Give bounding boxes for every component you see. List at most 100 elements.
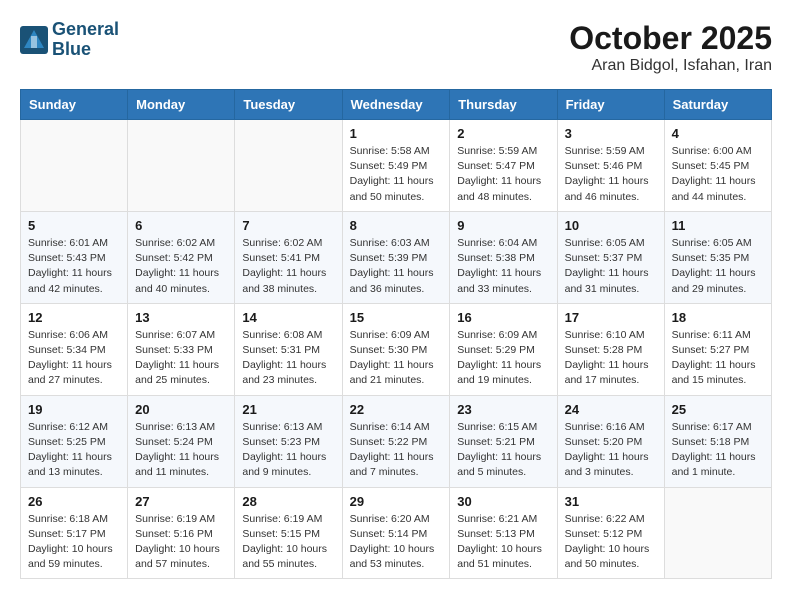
day-info: Sunrise: 6:01 AM Sunset: 5:43 PM Dayligh… bbox=[28, 236, 120, 297]
calendar-cell: 7 Sunrise: 6:02 AM Sunset: 5:41 PM Daylig… bbox=[235, 211, 342, 303]
calendar-cell: 18Sunrise: 6:11 AM Sunset: 5:27 PM Dayli… bbox=[664, 303, 771, 395]
logo-line1: General bbox=[52, 20, 119, 40]
day-info: Sunrise: 6:00 AM Sunset: 5:45 PM Dayligh… bbox=[672, 144, 764, 205]
day-info: Sunrise: 5:58 AM Sunset: 5:49 PM Dayligh… bbox=[350, 144, 443, 205]
day-number: 17 bbox=[565, 310, 657, 325]
calendar-cell: 31Sunrise: 6:22 AM Sunset: 5:12 PM Dayli… bbox=[557, 487, 664, 579]
day-info: Sunrise: 6:12 AM Sunset: 5:25 PM Dayligh… bbox=[28, 420, 120, 481]
calendar-cell: 8 Sunrise: 6:03 AM Sunset: 5:39 PM Daylig… bbox=[342, 211, 450, 303]
location-title: Aran Bidgol, Isfahan, Iran bbox=[569, 57, 772, 75]
calendar-cell: 30 Sunrise: 6:21 AM Sunset: 5:13 PM Dayli… bbox=[450, 487, 557, 579]
calendar-cell: 6 Sunrise: 6:02 AM Sunset: 5:42 PM Daylig… bbox=[128, 211, 235, 303]
day-number: 24 bbox=[565, 402, 657, 417]
day-info: Sunrise: 6:03 AM Sunset: 5:39 PM Dayligh… bbox=[350, 236, 443, 297]
calendar-cell: 16Sunrise: 6:09 AM Sunset: 5:29 PM Dayli… bbox=[450, 303, 557, 395]
calendar-cell: 22 Sunrise: 6:14 AM Sunset: 5:22 PM Dayli… bbox=[342, 395, 450, 487]
day-info: Sunrise: 6:16 AM Sunset: 5:20 PM Dayligh… bbox=[565, 420, 657, 481]
calendar-cell: 14Sunrise: 6:08 AM Sunset: 5:31 PM Dayli… bbox=[235, 303, 342, 395]
calendar-cell: 19 Sunrise: 6:12 AM Sunset: 5:25 PM Dayli… bbox=[21, 395, 128, 487]
calendar-week-row: 5 Sunrise: 6:01 AM Sunset: 5:43 PM Daylig… bbox=[21, 211, 772, 303]
day-number: 25 bbox=[672, 402, 764, 417]
logo-text: General Blue bbox=[52, 20, 119, 60]
weekday-header-tuesday: Tuesday bbox=[235, 90, 342, 120]
weekday-header-row: SundayMondayTuesdayWednesdayThursdayFrid… bbox=[21, 90, 772, 120]
calendar-cell bbox=[235, 120, 342, 212]
calendar-cell: 25Sunrise: 6:17 AM Sunset: 5:18 PM Dayli… bbox=[664, 395, 771, 487]
day-number: 4 bbox=[672, 126, 764, 141]
day-info: Sunrise: 6:15 AM Sunset: 5:21 PM Dayligh… bbox=[457, 420, 549, 481]
day-info: Sunrise: 6:18 AM Sunset: 5:17 PM Dayligh… bbox=[28, 512, 120, 573]
day-info: Sunrise: 6:02 AM Sunset: 5:41 PM Dayligh… bbox=[242, 236, 334, 297]
day-number: 20 bbox=[135, 402, 227, 417]
day-number: 10 bbox=[565, 218, 657, 233]
weekday-header-sunday: Sunday bbox=[21, 90, 128, 120]
calendar-week-row: 1 Sunrise: 5:58 AM Sunset: 5:49 PM Daylig… bbox=[21, 120, 772, 212]
calendar-cell: 10Sunrise: 6:05 AM Sunset: 5:37 PM Dayli… bbox=[557, 211, 664, 303]
calendar-cell: 28 Sunrise: 6:19 AM Sunset: 5:15 PM Dayli… bbox=[235, 487, 342, 579]
calendar-cell: 24 Sunrise: 6:16 AM Sunset: 5:20 PM Dayli… bbox=[557, 395, 664, 487]
day-info: Sunrise: 6:11 AM Sunset: 5:27 PM Dayligh… bbox=[672, 328, 764, 389]
day-number: 6 bbox=[135, 218, 227, 233]
day-number: 9 bbox=[457, 218, 549, 233]
logo-line2: Blue bbox=[52, 40, 119, 60]
weekday-header-friday: Friday bbox=[557, 90, 664, 120]
day-number: 19 bbox=[28, 402, 120, 417]
title-section: October 2025 Aran Bidgol, Isfahan, Iran bbox=[569, 20, 772, 75]
calendar-cell: 20 Sunrise: 6:13 AM Sunset: 5:24 PM Dayli… bbox=[128, 395, 235, 487]
calendar-cell: 2 Sunrise: 5:59 AM Sunset: 5:47 PM Daylig… bbox=[450, 120, 557, 212]
calendar-cell: 17Sunrise: 6:10 AM Sunset: 5:28 PM Dayli… bbox=[557, 303, 664, 395]
calendar-cell: 23 Sunrise: 6:15 AM Sunset: 5:21 PM Dayli… bbox=[450, 395, 557, 487]
day-number: 12 bbox=[28, 310, 120, 325]
day-number: 22 bbox=[350, 402, 443, 417]
calendar-cell: 15Sunrise: 6:09 AM Sunset: 5:30 PM Dayli… bbox=[342, 303, 450, 395]
day-info: Sunrise: 6:04 AM Sunset: 5:38 PM Dayligh… bbox=[457, 236, 549, 297]
calendar-cell: 26Sunrise: 6:18 AM Sunset: 5:17 PM Dayli… bbox=[21, 487, 128, 579]
calendar-cell: 9 Sunrise: 6:04 AM Sunset: 5:38 PM Daylig… bbox=[450, 211, 557, 303]
weekday-header-monday: Monday bbox=[128, 90, 235, 120]
day-number: 7 bbox=[242, 218, 334, 233]
calendar-week-row: 19 Sunrise: 6:12 AM Sunset: 5:25 PM Dayli… bbox=[21, 395, 772, 487]
day-number: 29 bbox=[350, 494, 443, 509]
month-title: October 2025 bbox=[569, 20, 772, 57]
weekday-header-thursday: Thursday bbox=[450, 90, 557, 120]
day-number: 5 bbox=[28, 218, 120, 233]
calendar-cell: 4 Sunrise: 6:00 AM Sunset: 5:45 PM Daylig… bbox=[664, 120, 771, 212]
calendar-cell bbox=[664, 487, 771, 579]
day-info: Sunrise: 6:06 AM Sunset: 5:34 PM Dayligh… bbox=[28, 328, 120, 389]
calendar-cell: 27 Sunrise: 6:19 AM Sunset: 5:16 PM Dayli… bbox=[128, 487, 235, 579]
calendar-cell: 12 Sunrise: 6:06 AM Sunset: 5:34 PM Dayli… bbox=[21, 303, 128, 395]
day-info: Sunrise: 6:02 AM Sunset: 5:42 PM Dayligh… bbox=[135, 236, 227, 297]
day-number: 2 bbox=[457, 126, 549, 141]
day-info: Sunrise: 6:07 AM Sunset: 5:33 PM Dayligh… bbox=[135, 328, 227, 389]
calendar-cell: 11Sunrise: 6:05 AM Sunset: 5:35 PM Dayli… bbox=[664, 211, 771, 303]
day-info: Sunrise: 6:13 AM Sunset: 5:24 PM Dayligh… bbox=[135, 420, 227, 481]
day-number: 14 bbox=[242, 310, 334, 325]
day-number: 3 bbox=[565, 126, 657, 141]
weekday-header-wednesday: Wednesday bbox=[342, 90, 450, 120]
day-number: 27 bbox=[135, 494, 227, 509]
day-number: 23 bbox=[457, 402, 549, 417]
day-info: Sunrise: 6:05 AM Sunset: 5:35 PM Dayligh… bbox=[672, 236, 764, 297]
calendar-table: SundayMondayTuesdayWednesdayThursdayFrid… bbox=[20, 89, 772, 579]
logo: General Blue bbox=[20, 20, 119, 60]
day-number: 30 bbox=[457, 494, 549, 509]
weekday-header-saturday: Saturday bbox=[664, 90, 771, 120]
day-info: Sunrise: 6:19 AM Sunset: 5:15 PM Dayligh… bbox=[242, 512, 334, 573]
day-info: Sunrise: 6:20 AM Sunset: 5:14 PM Dayligh… bbox=[350, 512, 443, 573]
day-info: Sunrise: 5:59 AM Sunset: 5:46 PM Dayligh… bbox=[565, 144, 657, 205]
calendar-cell: 29 Sunrise: 6:20 AM Sunset: 5:14 PM Dayli… bbox=[342, 487, 450, 579]
day-number: 28 bbox=[242, 494, 334, 509]
day-number: 8 bbox=[350, 218, 443, 233]
day-info: Sunrise: 6:21 AM Sunset: 5:13 PM Dayligh… bbox=[457, 512, 549, 573]
calendar-cell bbox=[21, 120, 128, 212]
calendar-cell: 3 Sunrise: 5:59 AM Sunset: 5:46 PM Daylig… bbox=[557, 120, 664, 212]
day-info: Sunrise: 6:14 AM Sunset: 5:22 PM Dayligh… bbox=[350, 420, 443, 481]
day-number: 31 bbox=[565, 494, 657, 509]
calendar-cell bbox=[128, 120, 235, 212]
day-info: Sunrise: 6:19 AM Sunset: 5:16 PM Dayligh… bbox=[135, 512, 227, 573]
calendar-week-row: 26Sunrise: 6:18 AM Sunset: 5:17 PM Dayli… bbox=[21, 487, 772, 579]
logo-icon bbox=[20, 26, 48, 54]
day-number: 1 bbox=[350, 126, 443, 141]
day-number: 16 bbox=[457, 310, 549, 325]
day-info: Sunrise: 5:59 AM Sunset: 5:47 PM Dayligh… bbox=[457, 144, 549, 205]
